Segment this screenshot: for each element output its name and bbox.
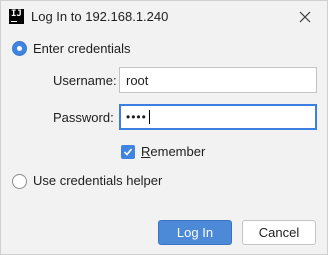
enter-credentials-radio[interactable]: [12, 41, 27, 56]
app-icon-glyph: IJ: [11, 9, 22, 19]
password-field[interactable]: ••••: [119, 104, 317, 130]
login-button[interactable]: Log In: [158, 220, 232, 245]
remember-label[interactable]: Remember: [141, 144, 205, 160]
close-icon: [299, 11, 311, 23]
dialog-title: Log In to 192.168.1.240: [31, 9, 169, 24]
credentials-helper-radio[interactable]: [12, 174, 27, 189]
close-button[interactable]: [295, 7, 315, 27]
credentials-helper-label[interactable]: Use credentials helper: [33, 173, 162, 189]
username-field[interactable]: root: [119, 67, 317, 93]
username-label: Username:: [53, 73, 117, 88]
password-label: Password:: [53, 110, 114, 125]
password-value: ••••: [126, 110, 147, 124]
checkmark-icon: [123, 148, 133, 156]
cancel-button[interactable]: Cancel: [242, 220, 316, 245]
app-icon-underline: [11, 21, 17, 22]
text-caret: [148, 110, 150, 124]
username-value: root: [126, 72, 149, 88]
remember-checkbox[interactable]: [121, 145, 135, 159]
intellij-app-icon: IJ: [9, 9, 24, 24]
login-dialog: IJ Log In to 192.168.1.240 Enter credent…: [0, 0, 328, 255]
enter-credentials-label[interactable]: Enter credentials: [33, 41, 131, 57]
title-bar: IJ Log In to 192.168.1.240: [1, 1, 327, 33]
